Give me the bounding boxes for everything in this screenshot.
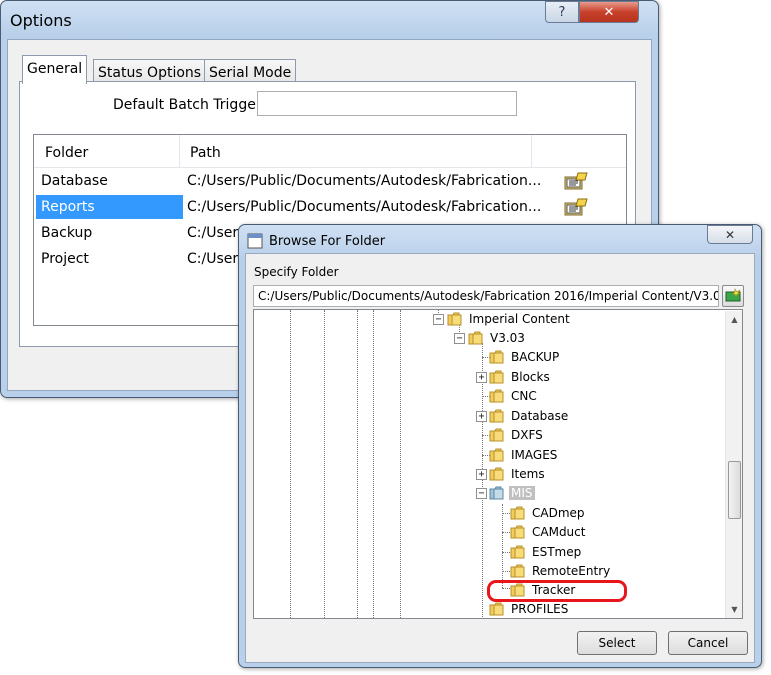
new-folder-icon	[725, 288, 742, 302]
browse-folder-dialog: Browse For Folder ✕ Specify Folder C:/Us…	[238, 224, 762, 668]
list-row-database[interactable]: Database C:/Users/Public/Documents/Autod…	[34, 169, 626, 195]
tree-node-label: RemoteEntry	[532, 564, 611, 578]
help-button[interactable]: ?	[545, 1, 579, 23]
collapse-expander-icon[interactable]: −	[433, 314, 444, 325]
tree-node-label: BACKUP	[511, 350, 560, 364]
batch-trigger-input[interactable]	[257, 91, 517, 116]
tree-node-label: CADmep	[532, 506, 585, 520]
folder-browse-icon[interactable]	[564, 171, 588, 191]
tree-node-label: V3.03	[490, 331, 525, 345]
scroll-down-arrow-icon[interactable]: ▼	[726, 601, 742, 618]
scroll-thumb[interactable]	[728, 461, 741, 519]
folder-tree: − Imperial Content − V3.03 BACKUP + Bloc…	[253, 309, 743, 619]
folder-icon	[510, 545, 525, 559]
folder-path: C:/Users/Public/Documents/Autodesk/Fabri…	[187, 173, 542, 189]
tree-node-label: DXFS	[511, 428, 543, 442]
folder-icon	[489, 448, 504, 462]
help-icon: ?	[558, 4, 566, 20]
tree-node-label: Blocks	[511, 370, 550, 384]
folder-icon	[489, 350, 504, 364]
batch-trigger-label: Default Batch Trigger	[113, 97, 262, 113]
collapse-expander-icon[interactable]: −	[454, 333, 465, 344]
tab-serial-mode[interactable]: Serial Mode	[204, 59, 297, 83]
folder-path: C:/User	[187, 251, 239, 267]
folder-icon	[447, 312, 462, 326]
collapse-expander-icon[interactable]: −	[476, 488, 487, 499]
folder-icon	[510, 525, 525, 539]
tab-general[interactable]: General	[22, 55, 88, 84]
list-row-reports[interactable]: Reports C:/Users/Public/Documents/Autode…	[34, 195, 626, 221]
folder-name: Project	[41, 251, 89, 267]
folder-icon	[489, 602, 504, 616]
folder-icon	[510, 506, 525, 520]
close-button[interactable]: ✕	[579, 1, 639, 23]
cancel-button[interactable]: Cancel	[668, 631, 748, 655]
tree-node-label: CNC	[511, 389, 537, 403]
close-icon: ✕	[603, 4, 615, 20]
folder-column-header[interactable]: Folder	[45, 145, 88, 161]
specify-folder-label: Specify Folder	[254, 265, 339, 279]
expand-expander-icon[interactable]: +	[476, 411, 487, 422]
folder-list-header: Folder Path	[34, 135, 626, 168]
tree-node-label: MIS	[509, 486, 535, 500]
close-button[interactable]: ✕	[707, 225, 753, 244]
folder-icon	[489, 370, 504, 384]
selected-cell: Reports	[36, 195, 183, 219]
folder-name: Database	[41, 173, 108, 189]
path-column-header[interactable]: Path	[190, 145, 221, 161]
window-icon	[247, 233, 263, 249]
tab-status-options[interactable]: Status Options	[93, 59, 207, 83]
tree-node-label: ESTmep	[532, 545, 582, 559]
folder-name: Backup	[41, 225, 93, 241]
tree-node-label: Imperial Content	[469, 312, 570, 326]
folder-name: Reports	[41, 199, 95, 215]
tree-node-label: Tracker	[532, 583, 576, 597]
folder-icon	[489, 467, 504, 481]
select-button[interactable]: Select	[577, 631, 657, 655]
folder-icon	[510, 564, 525, 578]
tree-node-label: Items	[511, 467, 545, 481]
new-folder-button[interactable]	[722, 285, 744, 307]
tree-node-label: PROFILES	[511, 602, 569, 616]
folder-icon	[489, 389, 504, 403]
folder-icon	[489, 428, 504, 442]
folder-path: C:/User	[187, 225, 239, 241]
tree-node-label: Database	[511, 409, 569, 423]
folder-icon	[510, 583, 525, 597]
folder-path-field[interactable]: C:/Users/Public/Documents/Autodesk/Fabri…	[253, 285, 719, 307]
browse-title: Browse For Folder	[269, 234, 386, 249]
open-folder-icon	[489, 486, 504, 500]
options-title: Options	[10, 11, 72, 30]
tree-scrollbar[interactable]: ▲ ▼	[725, 311, 742, 618]
tree-node-label: CAMduct	[532, 525, 586, 539]
expand-expander-icon[interactable]: +	[476, 469, 487, 480]
folder-icon	[468, 331, 483, 345]
folder-icon	[489, 409, 504, 423]
expand-expander-icon[interactable]: +	[476, 372, 487, 383]
folder-path: C:/Users/Public/Documents/Autodesk/Fabri…	[187, 199, 542, 215]
folder-browse-icon[interactable]	[564, 197, 588, 217]
tree-node-label: IMAGES	[511, 448, 558, 462]
scroll-up-arrow-icon[interactable]: ▲	[726, 311, 742, 328]
close-icon: ✕	[724, 227, 736, 242]
